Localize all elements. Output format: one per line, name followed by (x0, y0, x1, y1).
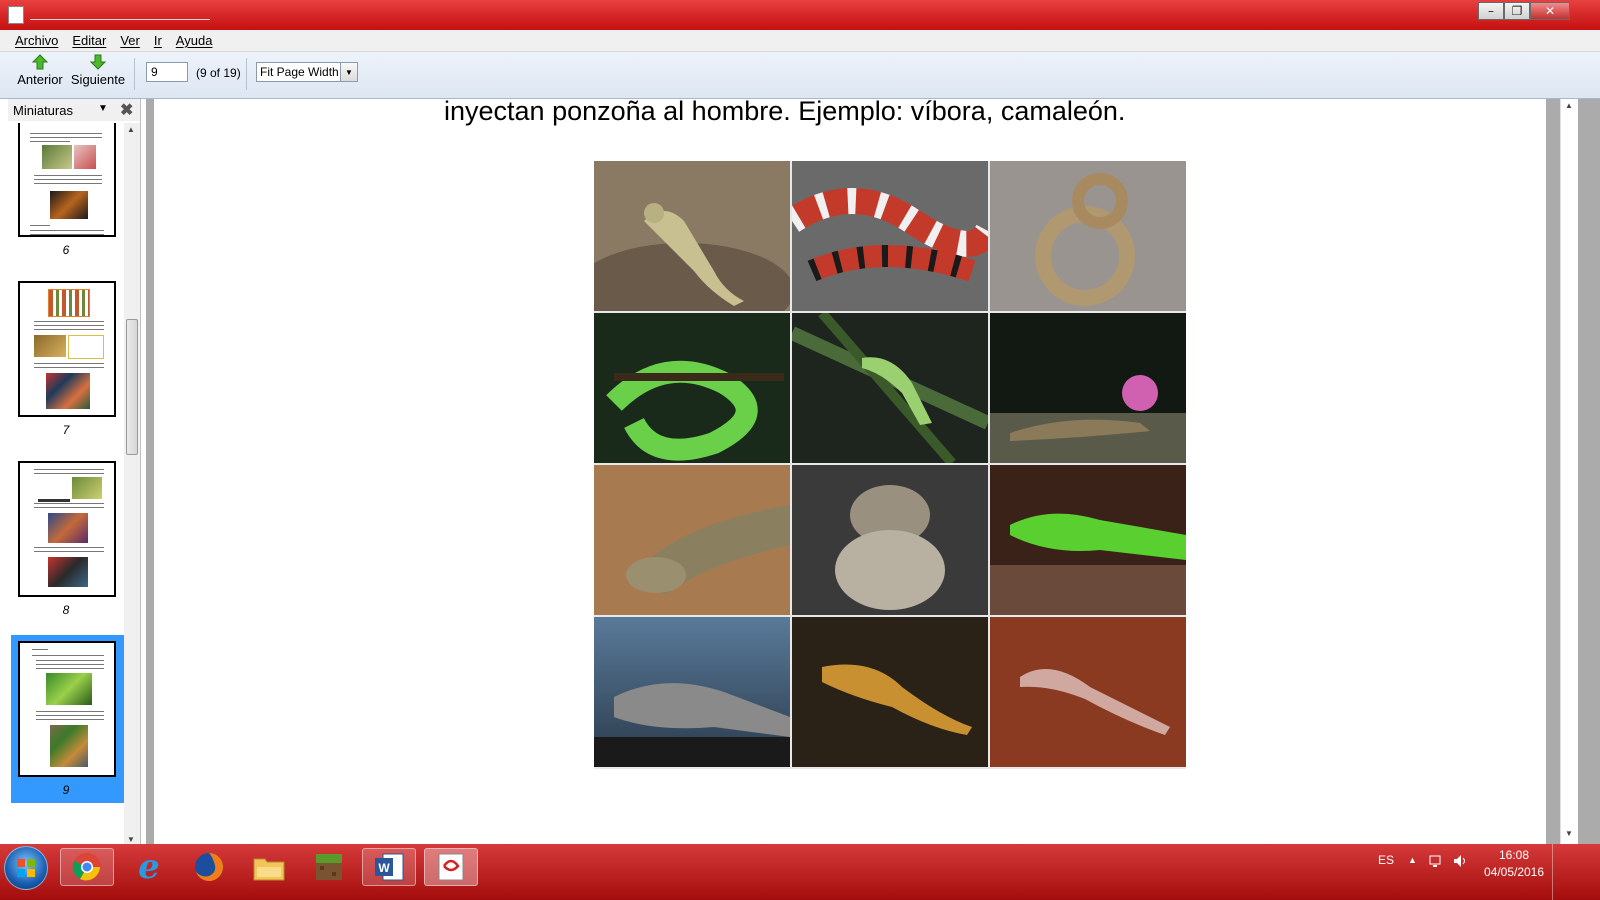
thumbnail-page-9[interactable] (18, 641, 116, 777)
close-icon[interactable]: ✖ (120, 100, 133, 120)
show-desktop-button[interactable] (1554, 844, 1600, 900)
chrome-icon (72, 853, 101, 881)
scroll-down-icon[interactable]: ▼ (127, 835, 135, 844)
clock-date[interactable]: 04/05/2016 (1478, 865, 1550, 879)
toolbar-separator (134, 58, 135, 90)
taskbar-firefox[interactable] (182, 848, 236, 886)
windows-start-button[interactable] (4, 846, 48, 890)
page-number-input[interactable]: 9 (146, 62, 188, 82)
photo-milk-snake (792, 161, 988, 311)
photo-anole-dewlap (990, 313, 1186, 463)
scrollbar-thumb[interactable] (126, 319, 138, 455)
scroll-down-icon[interactable]: ▼ (1565, 829, 1573, 838)
volume-icon[interactable] (1452, 853, 1468, 872)
taskbar: e W ES ▲ 16:08 04/05/2016 (0, 844, 1600, 900)
menu-ver[interactable]: Ver (113, 33, 147, 48)
previous-page-button[interactable]: Anterior (12, 54, 68, 96)
next-page-label: Siguiente (70, 72, 126, 87)
thumbnail-page-8[interactable] (18, 461, 116, 597)
thumbnail-sidebar: Miniaturas ▼ ✖ 6 7 8 9 ▲ ▼ (8, 99, 141, 860)
reptile-photo-grid (594, 161, 1186, 769)
menu-ayuda[interactable]: Ayuda (169, 33, 220, 48)
word-icon: W (375, 853, 404, 881)
window-title (30, 19, 210, 20)
arrow-up-icon (32, 54, 48, 70)
menu-editar[interactable]: Editar (65, 33, 113, 48)
taskbar-pdf-reader[interactable] (424, 848, 478, 886)
next-page-button[interactable]: Siguiente (70, 54, 126, 96)
svg-text:W: W (378, 861, 390, 875)
menu-bar: Archivo Editar Ver Ir Ayuda (0, 30, 1600, 52)
firefox-icon (195, 852, 224, 881)
app-icon (8, 6, 24, 24)
windows-logo-icon (17, 859, 35, 877)
taskbar-file-explorer[interactable] (242, 848, 296, 886)
show-desktop-divider (1552, 844, 1553, 900)
photo-green-anole (990, 465, 1186, 615)
toolbar: Anterior Siguiente 9 (9 of 19) Fit Page … (0, 52, 1600, 99)
toolbar-separator (246, 58, 247, 90)
thumbnail-label-9: 9 (62, 783, 70, 797)
network-icon[interactable] (1428, 853, 1444, 872)
document-viewer: inyectan ponzoña al hombre. Ejemplo: víb… (146, 99, 1600, 844)
show-hidden-icons-icon[interactable]: ▲ (1408, 855, 1417, 865)
folder-icon (253, 858, 285, 881)
taskbar-word[interactable]: W (362, 848, 416, 886)
sidebar-scrollbar[interactable]: ▲ ▼ (124, 123, 140, 848)
photo-spiny-lizard (792, 465, 988, 615)
taskbar-internet-explorer[interactable]: e (122, 847, 176, 887)
maximize-button[interactable]: ❐ (1504, 2, 1530, 20)
sidebar-header: Miniaturas ▼ ✖ (8, 99, 140, 121)
thumbnail-list: 6 7 8 9 (8, 123, 124, 848)
thumbnail-label-8: 8 (62, 603, 70, 617)
menu-archivo[interactable]: Archivo (8, 33, 65, 48)
page-count: (9 of 19) (196, 66, 241, 80)
thumbnail-page-6[interactable] (18, 123, 116, 237)
sidebar-title: Miniaturas (13, 102, 73, 118)
photo-gecko (990, 617, 1186, 767)
zoom-value: Fit Page Width (260, 65, 339, 79)
zoom-select[interactable]: Fit Page Width ▼ (256, 62, 358, 82)
chevron-down-icon[interactable]: ▼ (98, 103, 108, 114)
photo-green-viper (594, 313, 790, 463)
menu-ir[interactable]: Ir (147, 33, 169, 48)
scroll-up-icon[interactable]: ▲ (1565, 101, 1573, 110)
internet-explorer-icon: e (138, 847, 160, 887)
arrow-down-icon (90, 54, 106, 70)
taskbar-minecraft[interactable] (302, 848, 356, 886)
document-page: inyectan ponzoña al hombre. Ejemplo: víb… (154, 99, 1546, 844)
scroll-up-icon[interactable]: ▲ (127, 125, 135, 134)
thumbnail-label-6: 6 (62, 243, 70, 257)
photo-alligator-lizard (594, 465, 790, 615)
minecraft-icon (316, 854, 342, 880)
clock-time[interactable]: 16:08 (1482, 848, 1546, 862)
document-text: inyectan ponzoña al hombre. Ejemplo: víb… (444, 99, 1126, 126)
thumbnail-label-7: 7 (62, 423, 70, 437)
document-scrollbar[interactable]: ▲ ▼ (1560, 99, 1578, 844)
photo-chameleon-on-leaf (792, 313, 988, 463)
language-indicator[interactable]: ES (1378, 853, 1394, 867)
photo-salamander (792, 617, 988, 767)
thumbnail-page-7[interactable] (18, 281, 116, 417)
photo-iguana (594, 617, 790, 767)
pdf-reader-icon (438, 853, 464, 881)
taskbar-chrome[interactable] (60, 848, 114, 886)
window-title-bar: – ❐ ✕ (0, 0, 1600, 30)
minimize-button[interactable]: – (1478, 2, 1504, 20)
photo-coiled-rattlesnake (990, 161, 1186, 311)
close-button[interactable]: ✕ (1530, 2, 1570, 20)
chevron-down-icon[interactable]: ▼ (340, 63, 357, 81)
previous-page-label: Anterior (17, 72, 63, 87)
photo-lizard-on-rock (594, 161, 790, 311)
